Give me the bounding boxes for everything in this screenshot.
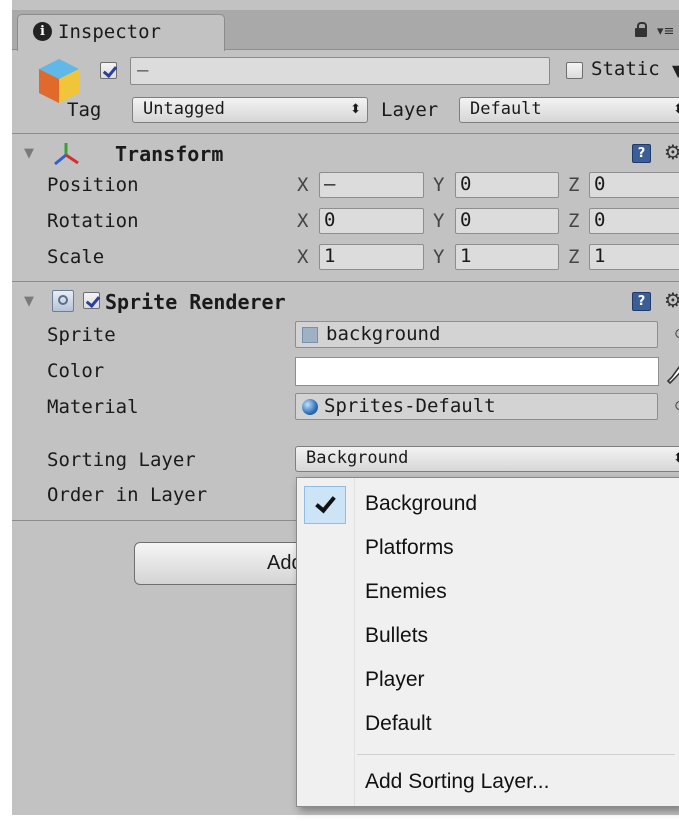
static-dropdown-arrow[interactable]: ▼ (672, 61, 679, 80)
axis-x-label[interactable]: X (297, 246, 308, 268)
scale-x-field[interactable]: 1 (319, 244, 424, 270)
axis-y-label[interactable]: Y (433, 210, 444, 232)
menu-item-enemies[interactable]: Enemies (365, 580, 447, 604)
layer-dropdown[interactable]: Default ⬍ (459, 97, 679, 123)
menu-item-platforms[interactable]: Platforms (365, 536, 454, 560)
material-label: Material (47, 396, 139, 418)
sprite-renderer-icon (52, 290, 74, 312)
rotation-label: Rotation (47, 210, 139, 232)
axis-z-label[interactable]: Z (568, 174, 579, 196)
sorting-layer-dropdown[interactable]: Background ⬍ (295, 446, 679, 472)
updown-arrows-icon: ⬍ (673, 451, 679, 466)
info-icon: i (33, 22, 52, 41)
sprite-field[interactable]: background (295, 321, 658, 348)
sorting-layer-value: Background (306, 448, 409, 468)
layer-value: Default (470, 99, 542, 119)
tab-inspector[interactable]: i Inspector (17, 14, 225, 51)
axis-y-label[interactable]: Y (433, 246, 444, 268)
axis-z-label[interactable]: Z (568, 210, 579, 232)
foldout-arrow-icon[interactable]: ▼ (24, 146, 34, 161)
static-label: Static (591, 58, 660, 80)
rotation-y-field[interactable]: 0 (455, 208, 559, 234)
object-picker-icon[interactable]: ⊙ (674, 326, 679, 342)
menu-item-bullets[interactable]: Bullets (365, 624, 428, 648)
gear-icon[interactable]: ⚙ (664, 288, 679, 312)
menu-gutter (297, 478, 355, 806)
axis-x-label[interactable]: X (297, 210, 308, 232)
color-label: Color (47, 360, 105, 382)
tag-label: Tag (67, 99, 102, 121)
menu-separator (357, 754, 675, 755)
sorting-layer-menu: Background Platforms Enemies Bullets Pla… (296, 477, 679, 807)
eyedropper-icon[interactable] (665, 357, 679, 387)
menu-item-add-sorting-layer[interactable]: Add Sorting Layer... (365, 770, 549, 794)
foldout-arrow-icon[interactable]: ▼ (24, 294, 34, 309)
color-swatch-field[interactable] (295, 357, 659, 386)
updown-arrows-icon: ⬍ (673, 102, 679, 117)
help-icon[interactable]: ? (632, 144, 651, 163)
transform-icon (54, 143, 79, 166)
order-in-layer-label: Order in Layer (47, 484, 208, 506)
layer-label: Layer (381, 99, 439, 121)
material-value: Sprites-Default (324, 395, 496, 417)
position-y-field[interactable]: 0 (455, 172, 559, 198)
material-sphere-icon (302, 399, 318, 415)
sprite-value: background (326, 323, 441, 345)
tab-label: Inspector (58, 21, 161, 43)
sorting-layer-label: Sorting Layer (47, 449, 196, 471)
sprite-renderer-enabled-checkbox[interactable] (83, 292, 100, 309)
transform-title[interactable]: Transform (115, 142, 223, 166)
material-field[interactable]: Sprites-Default (295, 393, 658, 420)
object-picker-icon[interactable]: ⊙ (674, 398, 679, 414)
lock-icon[interactable] (635, 22, 647, 37)
menu-item-player[interactable]: Player (365, 668, 425, 692)
axis-x-label[interactable]: X (297, 174, 308, 196)
rotation-z-field[interactable]: 0 (589, 208, 679, 234)
separator (12, 133, 679, 134)
menu-item-background[interactable]: Background (365, 492, 477, 516)
tab-bar: i Inspector ▾≡ (12, 10, 679, 51)
checkmark-icon (304, 486, 346, 524)
help-icon[interactable]: ? (632, 292, 651, 311)
menu-item-default[interactable]: Default (365, 712, 432, 736)
updown-arrows-icon: ⬍ (350, 102, 361, 117)
separator (12, 281, 679, 282)
tag-value: Untagged (143, 99, 225, 119)
gear-icon[interactable]: ⚙ (664, 140, 679, 164)
active-checkbox[interactable] (100, 62, 117, 79)
rotation-x-field[interactable]: 0 (319, 208, 424, 234)
tab-menu-icon[interactable]: ▾≡ (657, 24, 674, 39)
sprite-thumbnail-icon (302, 327, 318, 343)
position-x-field[interactable]: — (319, 172, 424, 198)
axis-y-label[interactable]: Y (433, 174, 444, 196)
inspector-panel: i Inspector ▾≡ — Static ▼ Tag Untagged ⬍… (0, 0, 679, 823)
scale-y-field[interactable]: 1 (455, 244, 559, 270)
axis-z-label[interactable]: Z (568, 246, 579, 268)
scale-label: Scale (47, 246, 105, 268)
static-checkbox[interactable] (566, 62, 583, 79)
scale-z-field[interactable]: 1 (589, 244, 679, 270)
sprite-label: Sprite (47, 324, 116, 346)
tag-dropdown[interactable]: Untagged ⬍ (132, 97, 368, 123)
position-z-field[interactable]: 0 (589, 172, 679, 198)
position-label: Position (47, 174, 139, 196)
object-name-field[interactable]: — (130, 57, 550, 85)
gameobject-cube-icon (39, 59, 79, 103)
sprite-renderer-title[interactable]: Sprite Renderer (105, 290, 286, 314)
